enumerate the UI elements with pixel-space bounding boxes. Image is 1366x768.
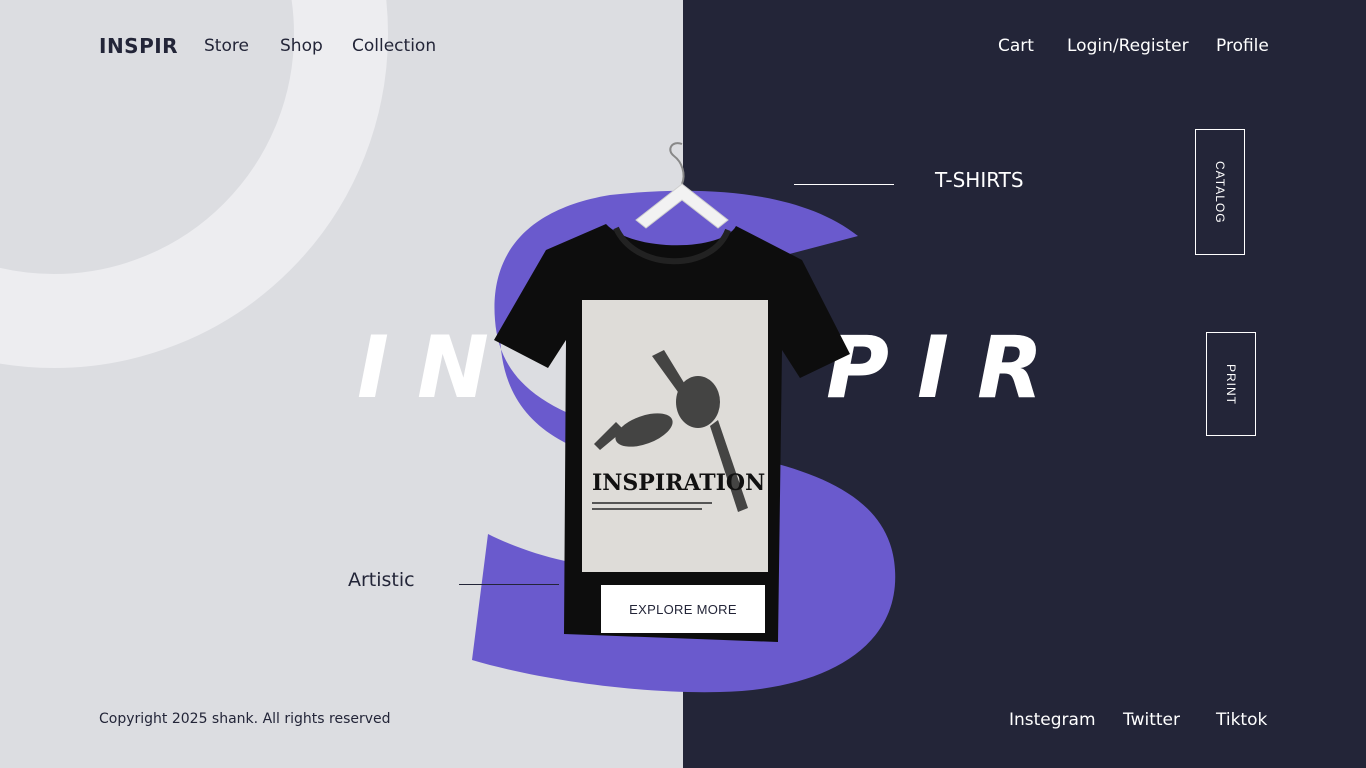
catalog-tab[interactable]: CATALOG bbox=[1195, 129, 1245, 255]
brand-logo[interactable]: INSPIR bbox=[99, 34, 178, 58]
social-tiktok-link[interactable]: Tiktok bbox=[1216, 710, 1267, 730]
copyright-text: Copyright 2025 shank. All rights reserve… bbox=[99, 711, 391, 727]
print-tab[interactable]: PRINT bbox=[1206, 332, 1256, 436]
nav-store[interactable]: Store bbox=[204, 36, 249, 56]
nav-shop[interactable]: Shop bbox=[280, 36, 323, 56]
catalog-tab-label: CATALOG bbox=[1213, 160, 1227, 224]
print-title: INSPIRATION bbox=[592, 470, 765, 496]
artistic-divider bbox=[459, 584, 559, 585]
style-label: Artistic bbox=[348, 569, 415, 591]
social-twitter-link[interactable]: Twitter bbox=[1123, 710, 1180, 730]
nav-collection[interactable]: Collection bbox=[352, 36, 436, 56]
nav-login-register[interactable]: Login/Register bbox=[1067, 36, 1189, 56]
nav-cart[interactable]: Cart bbox=[998, 36, 1034, 56]
explore-more-button[interactable]: EXPLORE MORE bbox=[601, 585, 765, 633]
nav-profile[interactable]: Profile bbox=[1216, 36, 1269, 56]
tshirt-image: INSPIRATION bbox=[494, 142, 850, 642]
social-instagram-link[interactable]: Instegram bbox=[1009, 710, 1096, 730]
print-tab-label: PRINT bbox=[1224, 363, 1238, 405]
tshirts-divider bbox=[794, 184, 894, 185]
category-label: T-SHIRTS bbox=[935, 168, 1024, 192]
hero-letters-right: PIR bbox=[826, 318, 1072, 418]
